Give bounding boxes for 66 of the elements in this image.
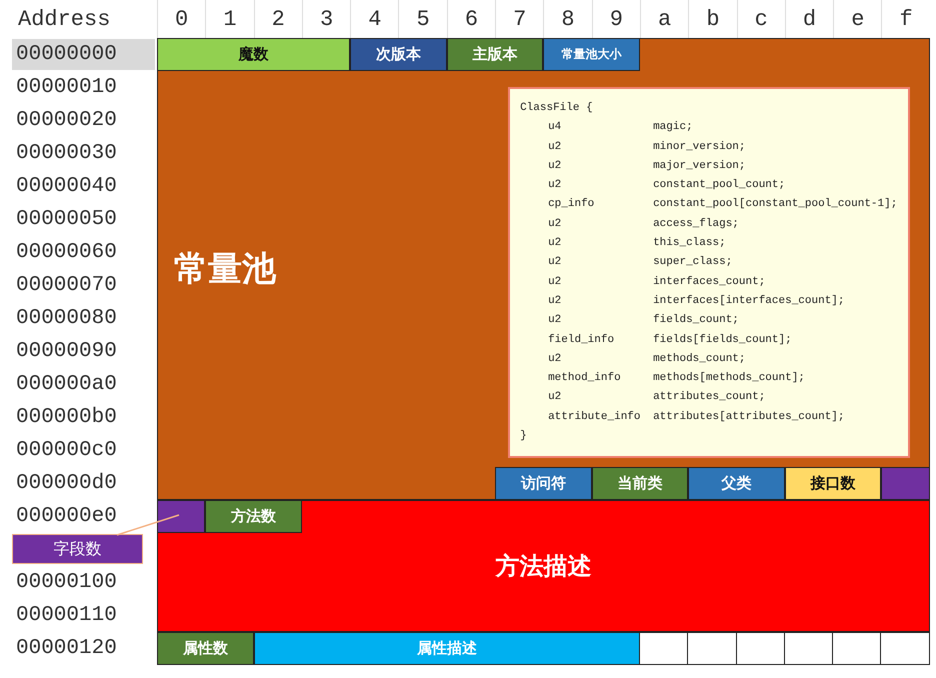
code-type: u2 bbox=[548, 216, 562, 232]
code-type: field_info bbox=[548, 332, 616, 348]
code-type: u2 bbox=[548, 352, 562, 367]
leader-line bbox=[116, 514, 180, 536]
code-field: major_version; bbox=[653, 156, 746, 176]
code-type: u2 bbox=[548, 294, 562, 309]
code-type: u4 bbox=[548, 120, 562, 136]
code-field: access_flags; bbox=[653, 214, 739, 234]
memory-block: 属性数 bbox=[157, 632, 254, 665]
code-type: attribute_info bbox=[548, 410, 642, 425]
memory-block: 接口数 bbox=[784, 467, 882, 500]
field-count-callout: 字段数 bbox=[12, 534, 143, 564]
code-type: u2 bbox=[548, 255, 562, 270]
address-cell-text: 00000110 bbox=[15, 603, 118, 629]
address-cell-text: 000000d0 bbox=[15, 471, 118, 497]
address-cell-text: 00000010 bbox=[15, 75, 118, 101]
memory-block: 魔数 bbox=[157, 38, 350, 71]
code-field: constant_pool_count; bbox=[653, 176, 786, 196]
memory-block: 方法数 bbox=[205, 500, 302, 533]
code-type: u2 bbox=[548, 178, 562, 194]
code-line: ClassFile { bbox=[520, 101, 594, 116]
address-cell-text: 000000b0 bbox=[15, 405, 118, 431]
code-field: super_class; bbox=[653, 253, 732, 273]
address-cell-text: 00000060 bbox=[15, 240, 118, 266]
memory-block: 父类 bbox=[688, 467, 785, 500]
code-field: this_class; bbox=[653, 234, 726, 254]
code-field: constant_pool[constant_pool_count-1]; bbox=[653, 195, 898, 215]
address-cell-text: 00000120 bbox=[15, 636, 118, 662]
code-type: u2 bbox=[548, 140, 562, 155]
code-field: methods[methods_count]; bbox=[653, 369, 805, 388]
code-type: cp_info bbox=[548, 197, 596, 212]
code-field: methods_count; bbox=[653, 350, 746, 370]
code-field: attributes_count; bbox=[653, 388, 766, 408]
memory-block: 常量池大小 bbox=[543, 38, 640, 71]
code-type: u2 bbox=[548, 390, 562, 406]
code-field: attributes[attributes_count]; bbox=[653, 408, 845, 428]
code-field: fields[fields_count]; bbox=[653, 330, 792, 350]
code-field: fields_count; bbox=[653, 311, 739, 331]
code-type: u2 bbox=[548, 158, 562, 174]
address-cell-text: 00000070 bbox=[15, 273, 118, 299]
code-type: u2 bbox=[548, 313, 562, 328]
address-cell-text: 00000020 bbox=[15, 108, 118, 134]
code-line: } bbox=[520, 429, 528, 444]
address-cell-text: 000000c0 bbox=[15, 438, 118, 464]
code-type: u2 bbox=[548, 236, 562, 252]
code-field: interfaces[interfaces_count]; bbox=[653, 292, 845, 312]
address-cell-text: 000000a0 bbox=[15, 372, 118, 398]
address-cell-text: 00000100 bbox=[15, 570, 118, 596]
memory-block: 访问符 bbox=[495, 467, 592, 500]
code-field: magic; bbox=[653, 118, 693, 138]
address-cell: 00000000 bbox=[12, 39, 155, 70]
address-header: Address bbox=[17, 6, 112, 34]
code-field: minor_version; bbox=[653, 138, 746, 157]
address-cell-text: 00000050 bbox=[15, 207, 118, 233]
address-cell-text: 00000040 bbox=[15, 174, 118, 200]
memory-block: 次版本 bbox=[350, 38, 447, 71]
address-cell-text: 000000e0 bbox=[15, 504, 118, 530]
memory-block: 主版本 bbox=[446, 38, 544, 71]
address-cell-text: 00000030 bbox=[15, 141, 118, 167]
code-type: u2 bbox=[548, 274, 562, 290]
code-field: interfaces_count; bbox=[653, 272, 766, 292]
memory-block: 当前类 bbox=[592, 467, 688, 500]
memory-block: 属性描述 bbox=[254, 632, 640, 665]
code-type: method_info bbox=[548, 371, 622, 386]
address-cell-text: 00000090 bbox=[15, 339, 118, 365]
address-cell-text: 00000080 bbox=[15, 306, 118, 332]
